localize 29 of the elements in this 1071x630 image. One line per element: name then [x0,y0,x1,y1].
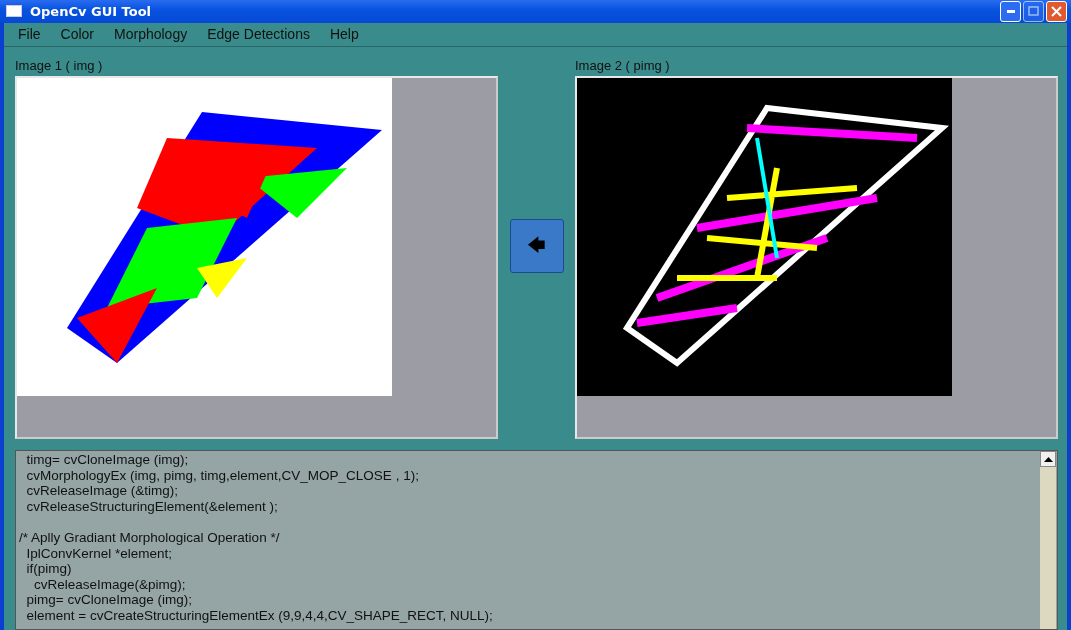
code-line: /* Aplly Gradiant Morphological Operation */ [19,529,281,546]
window-icon [6,5,22,18]
menu-item[interactable]: File [8,23,51,45]
image-label: Image 1 ( img ) [15,56,104,75]
code-line: cvReleaseStructuringElement(&element ); [25,498,279,515]
code-line: element = cvCreateStructuringElementEx (9,9,4,4,CV_SHAPE_RECT, NULL); [25,607,494,624]
up-arrow-icon [1043,456,1053,462]
close-icon [1051,5,1062,17]
code-line: cvReleaseImage(&pimg); [33,576,187,593]
menu-item[interactable]: Color [50,23,105,45]
code-line: cvMorphologyEx (img, pimg, timg,element,CV_MOP_CLOSE , 1); [25,467,420,484]
menu-item[interactable]: Edge Detections [197,23,320,45]
code-text-area[interactable] [15,450,1058,630]
code-line: pimg= cvCloneImage (img); [25,592,193,608]
close-button[interactable] [1046,0,1067,22]
code-line: IplConvKernel *element; [25,545,174,562]
scroll-up-button[interactable] [1040,451,1056,467]
menu-item[interactable]: Help [319,23,369,45]
code-line: timg= cvCloneImage (img); [25,452,190,468]
menu-item[interactable]: Morphology [104,23,198,45]
window-title: OpenCv GUI Tool [30,2,153,21]
minimize-icon [1006,9,1015,13]
copy-back-button[interactable]: 🡄 [509,218,564,273]
image-label: Image 2 ( pimg ) [575,56,671,75]
maximize-button[interactable] [1023,0,1044,22]
code-line: cvReleaseImage (&timg); [25,483,180,499]
maximize-icon [1028,6,1039,17]
minimize-button[interactable] [1000,0,1021,22]
code-line: if(pimg) [25,561,73,577]
